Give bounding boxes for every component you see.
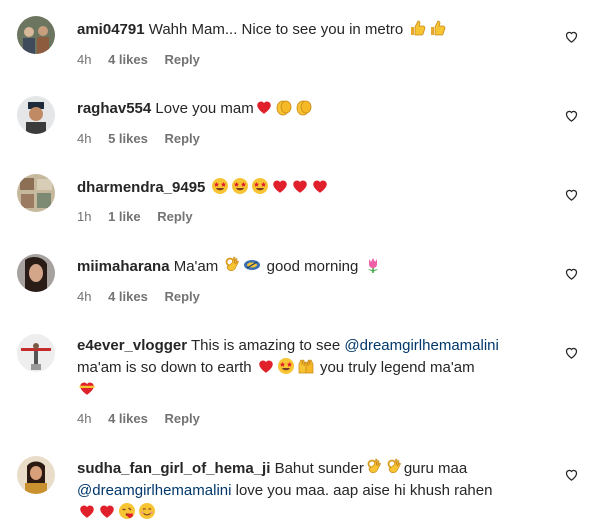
mention-link[interactable]: @dreamgirlhemamalini bbox=[344, 337, 498, 354]
red-heart-icon bbox=[271, 177, 289, 195]
comment-username[interactable]: raghav554 bbox=[77, 100, 151, 117]
comment-meta: 4h 4 likes Reply bbox=[77, 410, 213, 428]
comment-likes[interactable]: 4 likes bbox=[108, 52, 148, 67]
star-struck-icon bbox=[211, 177, 229, 195]
comment-likes[interactable]: 4 likes bbox=[108, 411, 148, 426]
reply-button[interactable]: Reply bbox=[164, 289, 199, 304]
comment-time: 4h bbox=[77, 289, 92, 304]
comment-text: miimaharana Ma'am good morning bbox=[77, 256, 547, 278]
comment-meta: 4h 4 likes Reply bbox=[77, 51, 213, 69]
like-heart-icon[interactable] bbox=[564, 345, 579, 360]
like-heart-icon[interactable] bbox=[564, 187, 579, 202]
raising-hands-icon bbox=[297, 357, 315, 375]
avatar[interactable] bbox=[17, 16, 55, 54]
comment-text: sudha_fan_girl_of_hema_ji Bahut sunder gu… bbox=[77, 458, 547, 524]
thumbs-up-icon bbox=[428, 19, 446, 37]
reply-button[interactable]: Reply bbox=[164, 131, 199, 146]
mention-link[interactable]: @dreamgirlhemamalini bbox=[77, 482, 231, 499]
like-heart-icon[interactable] bbox=[564, 108, 579, 123]
smiling-face-icon bbox=[138, 502, 156, 520]
comment-likes[interactable]: 5 likes bbox=[108, 131, 148, 146]
comment-message: Bahut sunder bbox=[274, 460, 364, 477]
avatar[interactable] bbox=[17, 456, 55, 494]
reply-button[interactable]: Reply bbox=[164, 411, 199, 426]
comment-message: This is amazing to see bbox=[190, 337, 341, 354]
comment-message: Ma'am bbox=[173, 258, 219, 275]
avatar[interactable] bbox=[17, 174, 55, 212]
comment-time: 1h bbox=[77, 209, 92, 224]
comment-time: 4h bbox=[77, 52, 92, 67]
comment-username[interactable]: miimaharana bbox=[77, 258, 170, 275]
thumbs-up-icon bbox=[408, 19, 426, 37]
comment-likes[interactable]: 1 like bbox=[108, 209, 141, 224]
comment-username[interactable]: ami04791 bbox=[77, 21, 145, 38]
red-heart-icon bbox=[78, 502, 96, 520]
avatar[interactable] bbox=[17, 254, 55, 292]
comment-likes[interactable]: 4 likes bbox=[108, 289, 148, 304]
comment-username[interactable]: e4ever_vlogger bbox=[77, 337, 187, 354]
star-struck-icon bbox=[277, 357, 295, 375]
comment-time: 4h bbox=[77, 131, 92, 146]
comment-meta: 1h 1 like Reply bbox=[77, 208, 206, 226]
comment-text: dharmendra_9495 bbox=[77, 177, 547, 199]
face-blowing-kiss-icon bbox=[118, 502, 136, 520]
ok-hand-icon bbox=[385, 458, 403, 476]
tulip-icon bbox=[364, 256, 382, 274]
red-heart-icon bbox=[255, 98, 273, 116]
star-struck-icon bbox=[251, 177, 269, 195]
comment-meta: 4h 5 likes Reply bbox=[77, 130, 213, 148]
avatar[interactable] bbox=[17, 96, 55, 134]
like-heart-icon[interactable] bbox=[564, 467, 579, 482]
clapping-hands-icon bbox=[275, 98, 293, 116]
red-heart-icon bbox=[311, 177, 329, 195]
eyes-emoji-icon bbox=[243, 256, 261, 274]
comment-message-continued: guru maa bbox=[403, 460, 468, 477]
comment-username[interactable]: dharmendra_9495 bbox=[77, 179, 205, 196]
red-heart-icon bbox=[291, 177, 309, 195]
red-heart-icon bbox=[98, 502, 116, 520]
heart-with-ribbon-icon bbox=[78, 379, 96, 397]
comment-message-line2: love you maa. aap aise hi khush rahen bbox=[235, 482, 493, 499]
star-struck-icon bbox=[231, 177, 249, 195]
comment-message-line2: ma'am is so down to earth bbox=[77, 359, 252, 376]
comment-meta: 4h 4 likes Reply bbox=[77, 288, 213, 306]
comment-message-line2-end: you truly legend ma'am bbox=[319, 359, 475, 376]
comment-username[interactable]: sudha_fan_girl_of_hema_ji bbox=[77, 460, 270, 477]
comment-message: Love you mam bbox=[155, 100, 254, 117]
comment-text: raghav554 Love you mam bbox=[77, 98, 547, 120]
avatar[interactable] bbox=[17, 334, 55, 372]
comment-message-continued: good morning bbox=[266, 258, 359, 275]
ok-hand-icon bbox=[365, 458, 383, 476]
clapping-hands-icon bbox=[295, 98, 313, 116]
comment-text: e4ever_vlogger This is amazing to see @d… bbox=[77, 335, 547, 401]
reply-button[interactable]: Reply bbox=[164, 52, 199, 67]
comment-message: Wahh Mam... Nice to see you in metro bbox=[148, 21, 404, 38]
reply-button[interactable]: Reply bbox=[157, 209, 192, 224]
ok-hand-icon bbox=[223, 256, 241, 274]
red-heart-icon bbox=[257, 357, 275, 375]
comment-text: ami04791 Wahh Mam... Nice to see you in … bbox=[77, 19, 547, 41]
like-heart-icon[interactable] bbox=[564, 266, 579, 281]
like-heart-icon[interactable] bbox=[564, 29, 579, 44]
comment-time: 4h bbox=[77, 411, 92, 426]
